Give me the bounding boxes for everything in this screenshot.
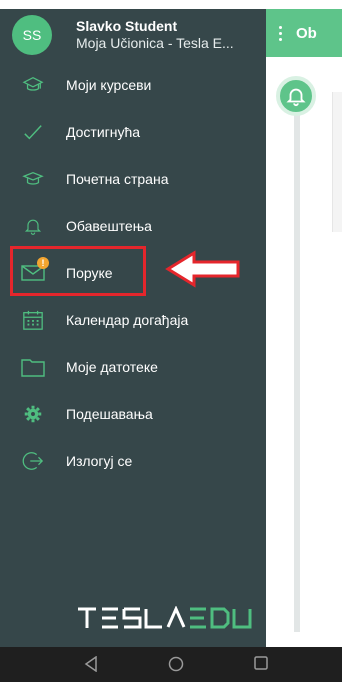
arrow-left-icon bbox=[164, 250, 242, 293]
avatar[interactable]: SS bbox=[12, 15, 52, 55]
timeline-line bbox=[294, 112, 300, 632]
navigation-drawer: SS Slavko Student Moja Učionica - Tesla … bbox=[0, 9, 266, 647]
menu-item-my-courses[interactable]: Моји курсеви bbox=[0, 61, 266, 108]
user-school: Moja Učionica - Tesla E... bbox=[76, 35, 234, 51]
menu-item-achievements[interactable]: Достигнућа bbox=[0, 108, 266, 155]
graduation-cap-icon bbox=[0, 169, 66, 189]
android-nav-bar bbox=[0, 647, 342, 682]
logout-icon bbox=[0, 450, 66, 472]
menu-item-label: Подешавања bbox=[66, 405, 153, 422]
bell-icon bbox=[0, 215, 66, 237]
menu-item-label: Моје датотеке bbox=[66, 358, 158, 375]
drawer-header[interactable]: SS Slavko Student Moja Učionica - Tesla … bbox=[0, 9, 266, 61]
menu-item-label: Достигнућа bbox=[66, 123, 141, 140]
menu-item-label: Календар догађаја bbox=[66, 311, 189, 328]
menu-item-calendar[interactable]: Календар догађаја bbox=[0, 296, 266, 343]
notification-card[interactable] bbox=[332, 92, 342, 232]
gear-icon bbox=[0, 405, 66, 423]
messages-highlight-box bbox=[10, 246, 146, 296]
menu-item-label: Излогуј се bbox=[66, 452, 133, 469]
back-icon[interactable] bbox=[84, 656, 98, 672]
user-name: Slavko Student bbox=[76, 18, 178, 34]
teslaedu-logo bbox=[76, 605, 256, 635]
folder-icon bbox=[0, 357, 66, 377]
mortarboard-icon bbox=[0, 75, 66, 95]
app-header-title: Ob bbox=[296, 24, 317, 42]
checkmark-icon bbox=[0, 122, 66, 142]
menu-item-label: Моји курсеви bbox=[66, 76, 152, 93]
user-info: Slavko Student Moja Učionica - Tesla E..… bbox=[76, 18, 256, 52]
app-content bbox=[266, 57, 342, 647]
menu-item-settings[interactable]: Подешавања bbox=[0, 390, 266, 437]
menu-item-notifications[interactable]: Обавештења bbox=[0, 202, 266, 249]
menu-item-home[interactable]: Почетна страна bbox=[0, 155, 266, 202]
notification-bell-icon bbox=[276, 76, 316, 116]
menu-item-label: Почетна страна bbox=[66, 170, 169, 187]
menu-item-logout[interactable]: Излогуј се bbox=[0, 437, 266, 484]
home-icon[interactable] bbox=[168, 656, 184, 672]
menu-item-label: Обавештења bbox=[66, 217, 152, 234]
menu-item-my-files[interactable]: Моје датотеке bbox=[0, 343, 266, 390]
kebab-menu-icon[interactable] bbox=[276, 25, 284, 41]
app-header: Ob bbox=[266, 9, 342, 57]
calendar-icon bbox=[0, 309, 66, 331]
recents-icon[interactable] bbox=[254, 656, 268, 670]
